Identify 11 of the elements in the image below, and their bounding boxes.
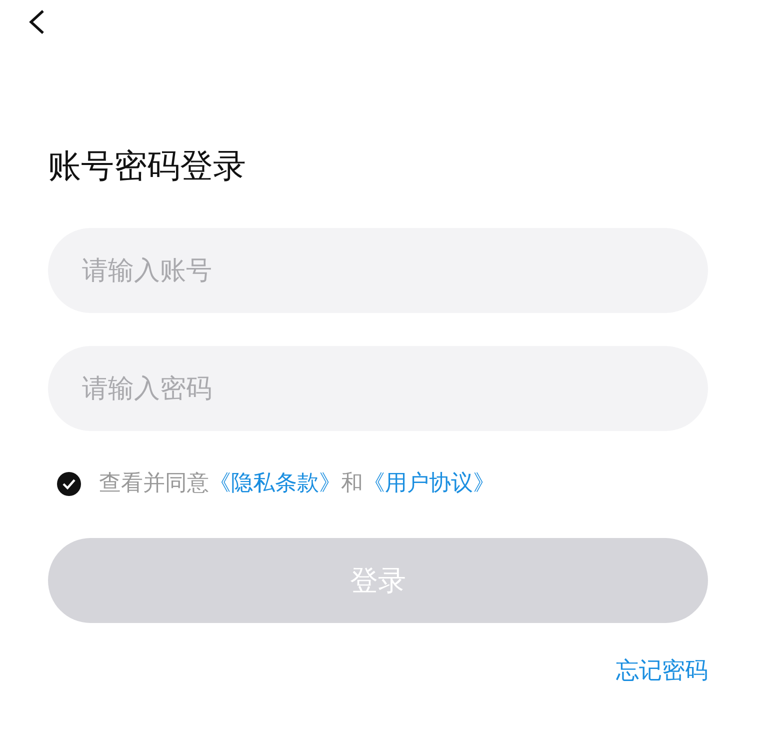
input-field[interactable]: 请输入密码 [48, 346, 708, 431]
back-chevron-icon [28, 10, 46, 34]
forgot-password-link[interactable]: 忘记密码 [616, 655, 708, 687]
agreement-text: 查看并同意《隐私条款》和《用户协议》 [99, 470, 495, 498]
page-title: 账号密码登录 [48, 145, 247, 187]
agreement-link[interactable]: 《用户协议》 [363, 471, 495, 496]
checkmark-icon [62, 478, 76, 490]
agreement-link[interactable]: 《隐私条款》 [209, 471, 341, 496]
back-button[interactable] [28, 10, 46, 34]
input-field[interactable]: 请输入账号 [48, 228, 708, 313]
agreement-checkbox[interactable] [57, 472, 81, 496]
